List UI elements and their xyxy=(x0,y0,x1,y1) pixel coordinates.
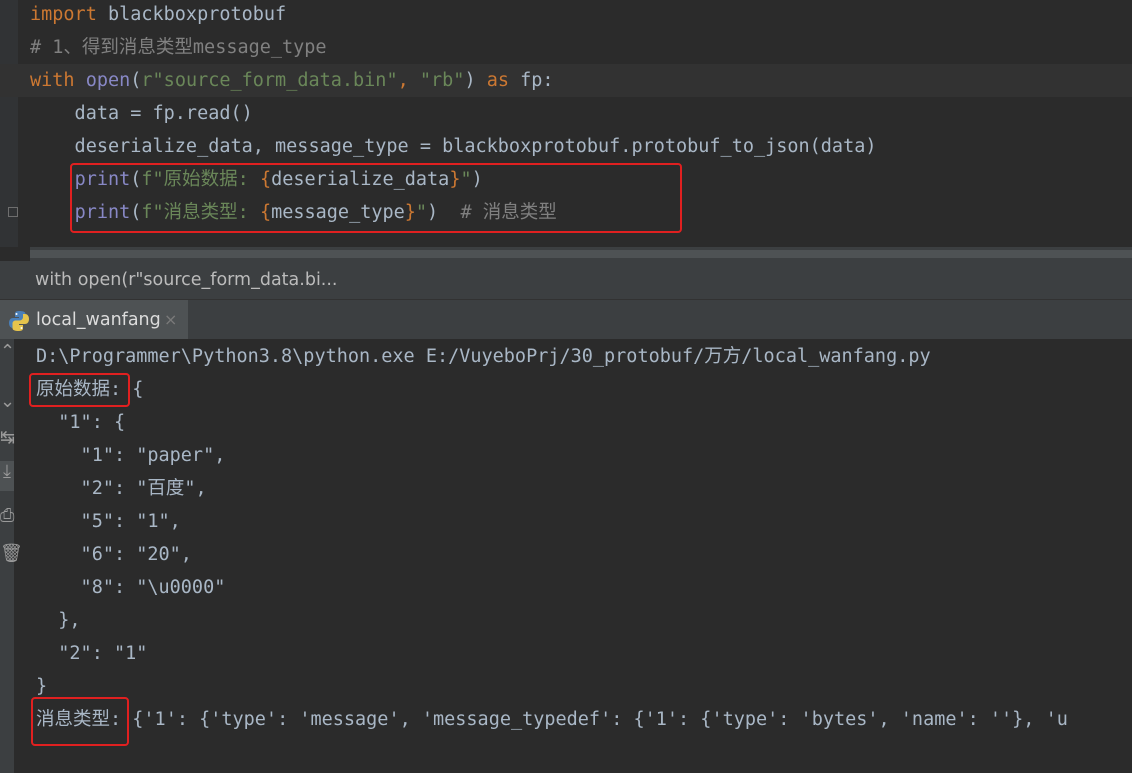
highlight-box-raw-data xyxy=(29,373,130,407)
run-tool-window-header: local_wanfang × xyxy=(0,299,1132,340)
code-text: data = fp.read() xyxy=(30,103,253,124)
editor-horizontal-scrollbar[interactable] xyxy=(30,247,1132,261)
breadcrumb-item[interactable]: with open(r"source_form_data.bi... xyxy=(35,261,338,299)
code-line-1[interactable]: import blackboxprotobuf xyxy=(0,0,1132,31)
run-tab-label: local_wanfang xyxy=(36,310,161,330)
console-toolbar: ⌃ ⌄ ↹ ⤓ ⎙ 🗑 xyxy=(0,339,23,773)
code-line-5[interactable]: deserialize_data, message_type = blackbo… xyxy=(0,130,1132,163)
run-tab-local-wanfang[interactable]: local_wanfang × xyxy=(0,300,188,340)
print-icon[interactable]: ⎙ xyxy=(0,505,14,526)
console-line: }, xyxy=(36,610,81,631)
console-line: "5": "1", xyxy=(36,511,181,532)
highlight-box-message-type xyxy=(31,697,129,746)
console-line: "6": "20", xyxy=(36,544,192,565)
console-line: "2": "百度", xyxy=(36,478,207,499)
scroll-to-end-icon[interactable]: ⤓ xyxy=(0,461,14,491)
console-line: 消息类型: {'1': {'type': 'message', 'message… xyxy=(36,709,1068,730)
highlight-box-print-lines xyxy=(70,163,682,233)
scrollbar-thumb[interactable] xyxy=(30,250,1132,258)
console-line: "2": "1" xyxy=(36,643,148,664)
code-line-3[interactable]: with open(r"source_form_data.bin", "rb")… xyxy=(0,64,1132,97)
code-text: deserialize_data, message_type = blackbo… xyxy=(30,136,877,157)
comma: , xyxy=(397,70,420,91)
import-keyword: import xyxy=(30,4,97,25)
module-name: blackboxprotobuf xyxy=(96,4,287,25)
run-console[interactable]: ⌃ ⌄ ↹ ⤓ ⎙ 🗑 D:\Programmer\Python3.8\pyth… xyxy=(0,339,1132,773)
trash-icon[interactable]: 🗑 xyxy=(0,543,23,564)
mode-string: "rb" xyxy=(419,70,465,91)
console-line: "1": "paper", xyxy=(36,445,226,466)
as-keyword: as xyxy=(475,70,509,91)
open-builtin: open xyxy=(85,70,131,91)
console-line: "8": "\u0000" xyxy=(36,577,226,598)
python-icon xyxy=(9,311,29,331)
soft-wrap-icon[interactable]: ↹ xyxy=(0,427,15,448)
console-line: "1": { xyxy=(36,412,126,433)
down-arrow-icon[interactable]: ⌄ xyxy=(0,391,15,412)
paren: ( xyxy=(130,70,142,91)
breadcrumb: with open(r"source_form_data.bi... xyxy=(0,261,1132,299)
path-string: r"source_form_data.bin" xyxy=(141,70,398,91)
close-icon[interactable]: × xyxy=(164,300,177,340)
code-editor[interactable]: import blackboxprotobuf # 1、得到消息类型messag… xyxy=(0,0,1132,247)
code-line-4[interactable]: data = fp.read() xyxy=(0,97,1132,130)
paren: ) xyxy=(464,70,476,91)
code-line-2[interactable]: # 1、得到消息类型message_type xyxy=(0,31,1132,64)
alias: fp: xyxy=(509,70,554,91)
with-keyword: with xyxy=(30,70,75,91)
up-arrow-icon[interactable]: ⌃ xyxy=(0,341,15,362)
code-comment: # 1、得到消息类型message_type xyxy=(30,37,327,58)
console-line: D:\Programmer\Python3.8\python.exe E:/Vu… xyxy=(36,346,931,367)
